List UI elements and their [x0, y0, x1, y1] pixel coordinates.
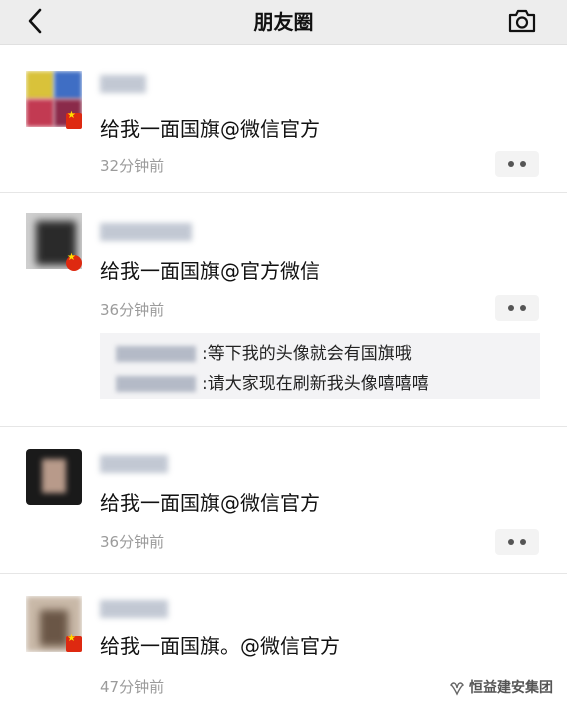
moment-post: 给我一面国旗@微信官方 32分钟前	[0, 45, 567, 193]
flag-badge-icon	[66, 110, 82, 129]
moment-post: 给我一面国旗@官方微信 36分钟前 :等下我的头像就会有国旗哦 :请大家现在刷新…	[0, 193, 567, 427]
wechat-channel-icon	[449, 682, 465, 696]
post-time: 36分钟前	[100, 301, 165, 319]
post-text: 给我一面国旗。@微信官方	[100, 634, 340, 658]
post-text: 给我一面国旗@微信官方	[100, 117, 320, 141]
post-time: 47分钟前	[100, 678, 165, 696]
avatar[interactable]	[26, 449, 82, 505]
comment-author[interactable]	[116, 346, 196, 362]
moment-post: 给我一面国旗@微信官方 36分钟前	[0, 427, 567, 574]
flag-badge-icon	[66, 252, 82, 271]
post-text: 给我一面国旗@微信官方	[100, 491, 320, 515]
comment-text: 请大家现在刷新我头像嘻嘻嘻	[207, 374, 429, 394]
comment-author[interactable]	[116, 376, 196, 392]
top-bar: 朋友圈	[0, 0, 567, 45]
watermark-text: 恒益建安集团	[469, 680, 553, 696]
username[interactable]	[100, 75, 146, 93]
comment-item[interactable]: :请大家现在刷新我头像嘻嘻嘻	[116, 369, 429, 394]
comment-item[interactable]: :等下我的头像就会有国旗哦	[116, 339, 412, 364]
dot-icon	[508, 305, 514, 311]
camera-icon	[508, 9, 536, 33]
page-title: 朋友圈	[253, 10, 314, 34]
username[interactable]	[100, 600, 168, 618]
dot-icon	[520, 161, 526, 167]
camera-button[interactable]	[505, 4, 539, 38]
more-actions-button[interactable]	[495, 529, 539, 555]
username[interactable]	[100, 455, 168, 473]
dot-icon	[508, 161, 514, 167]
watermark: 恒益建安集团	[449, 677, 553, 697]
dot-icon	[520, 539, 526, 545]
more-actions-button[interactable]	[495, 295, 539, 321]
dot-icon	[520, 305, 526, 311]
post-time: 32分钟前	[100, 157, 165, 175]
flag-badge-icon	[66, 633, 82, 652]
comments-area: :等下我的头像就会有国旗哦 :请大家现在刷新我头像嘻嘻嘻	[100, 333, 540, 399]
post-time: 36分钟前	[100, 533, 165, 551]
username[interactable]	[100, 223, 192, 241]
more-actions-button[interactable]	[495, 151, 539, 177]
comment-text: 等下我的头像就会有国旗哦	[207, 344, 412, 364]
post-text: 给我一面国旗@官方微信	[100, 259, 320, 283]
dot-icon	[508, 539, 514, 545]
